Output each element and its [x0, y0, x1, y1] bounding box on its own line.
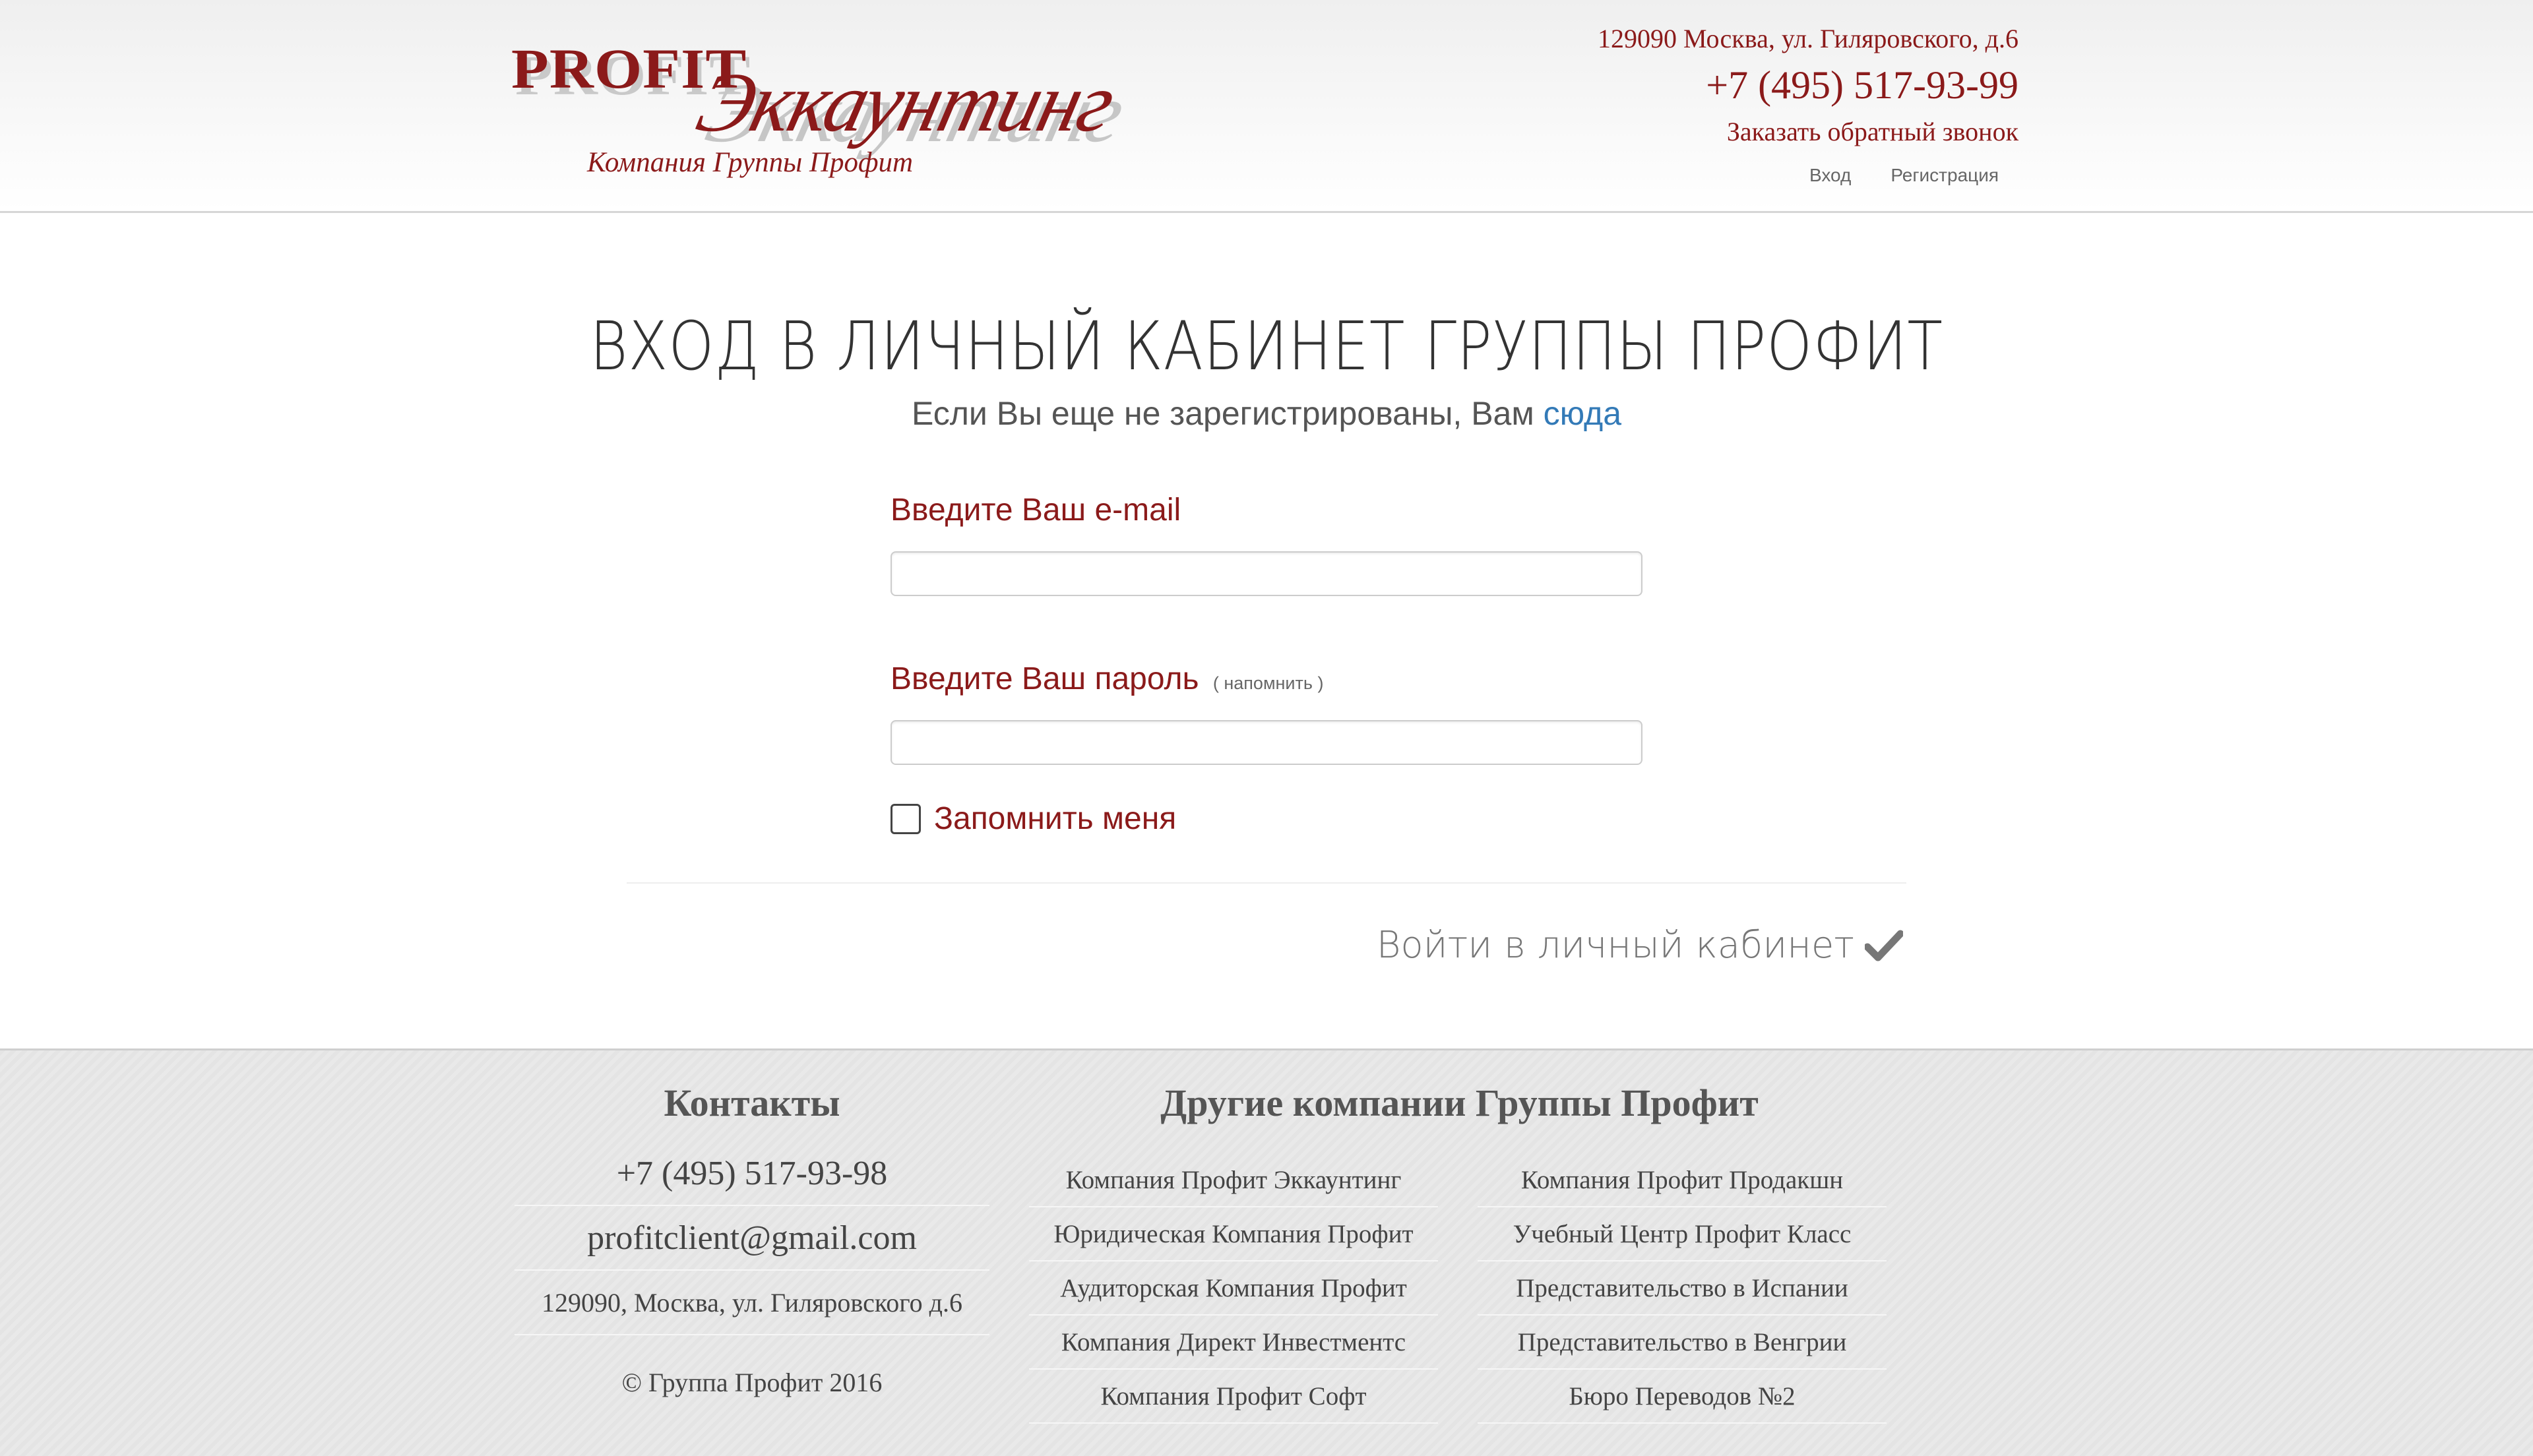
password-label: Введите Ваш пароль ( напомнить ) — [891, 661, 1323, 697]
login-section: ВХОД В ЛИЧНЫЙ КАБИНЕТ ГРУППЫ ПРОФИТ Если… — [0, 215, 2533, 1048]
password-input[interactable] — [891, 720, 1642, 765]
email-label: Введите Ваш e-mail — [891, 492, 1181, 528]
header-phone: +7 (495) 517-93-99 — [1706, 63, 2018, 107]
remind-password-link[interactable]: напомнить — [1224, 673, 1313, 693]
contacts-heading: Контакты — [664, 1081, 840, 1124]
form-divider — [627, 882, 1906, 884]
company-logo[interactable]: PROFIT Эккаунтинг PROFIT Эккаунтинг Комп… — [511, 33, 1132, 191]
company-link[interactable]: Компания Профит Продакшн — [1478, 1153, 1887, 1207]
email-input[interactable] — [891, 551, 1642, 596]
callback-link[interactable]: Заказать обратный звонок — [1598, 112, 2018, 152]
header-contacts: 129090 Москва, ул. Гиляровского, д.6 +7 … — [1598, 20, 2018, 152]
email-label-text: Введите Ваш e-mail — [891, 493, 1181, 528]
page-title: ВХОД В ЛИЧНЫЙ КАБИНЕТ ГРУППЫ ПРОФИТ — [590, 307, 1943, 386]
company-link[interactable]: Компания Профит Эккаунтинг — [1029, 1153, 1438, 1207]
company-link[interactable]: Бюро Переводов №2 — [1478, 1370, 1887, 1424]
company-link[interactable]: Учебный Центр Профит Класс — [1478, 1207, 1887, 1261]
register-link[interactable]: Регистрация — [1891, 165, 1999, 186]
hint-open-paren: ( — [1212, 673, 1219, 693]
login-link[interactable]: Вход — [1809, 165, 1851, 186]
company-link[interactable]: Аудиторская Компания Профит — [1029, 1261, 1438, 1316]
footer-phone: +7 (495) 517-93-98 — [515, 1141, 989, 1206]
company-link[interactable]: Юридическая Компания Профит — [1029, 1207, 1438, 1261]
top-nav: Вход Регистрация — [1809, 165, 1999, 186]
copyright: © Группа Профит 2016 — [621, 1368, 883, 1397]
header-address: 129090 Москва, ул. Гиляровского, д.6 — [1597, 24, 2018, 53]
company-link[interactable]: Компания Директ Инвестментс — [1029, 1316, 1438, 1370]
subtitle-text: Если Вы еще не зарегистрированы, Вам — [911, 395, 1534, 432]
hint-close-paren: ) — [1317, 673, 1324, 693]
check-icon — [1865, 930, 1903, 961]
password-label-text: Введите Ваш пароль — [891, 661, 1199, 696]
register-here-link[interactable]: сюда — [1544, 395, 1621, 432]
logo-tagline: Компания Группы Профит — [587, 147, 914, 178]
company-link[interactable]: Представительство в Испании — [1478, 1261, 1887, 1316]
submit-label: Войти в личный кабинет — [1376, 924, 1854, 967]
login-submit-button[interactable]: Войти в личный кабинет — [1377, 924, 1903, 967]
remember-me-row[interactable]: Запомнить меня — [891, 801, 1176, 837]
site-footer: Контакты +7 (495) 517-93-98 profitclient… — [0, 1048, 2533, 1456]
company-link[interactable]: Компания Профит Софт — [1029, 1370, 1438, 1424]
companies-heading: Другие компании Группы Профит — [1160, 1081, 1759, 1124]
site-header: PROFIT Эккаунтинг PROFIT Эккаунтинг Комп… — [0, 0, 2533, 213]
password-hint: ( напомнить ) — [1213, 673, 1324, 693]
remember-me-checkbox[interactable] — [891, 803, 921, 834]
logo-script: Эккаунтинг — [688, 55, 1123, 149]
footer-address: 129090, Москва, ул. Гиляровского д.6 — [515, 1271, 989, 1335]
page-subtitle: Если Вы еще не зарегистрированы, Вам сюд… — [0, 394, 2533, 433]
remember-me-label[interactable]: Запомнить меня — [934, 801, 1176, 837]
company-link[interactable]: Представительство в Венгрии — [1478, 1316, 1887, 1370]
footer-email[interactable]: profitclient@gmail.com — [515, 1206, 989, 1271]
